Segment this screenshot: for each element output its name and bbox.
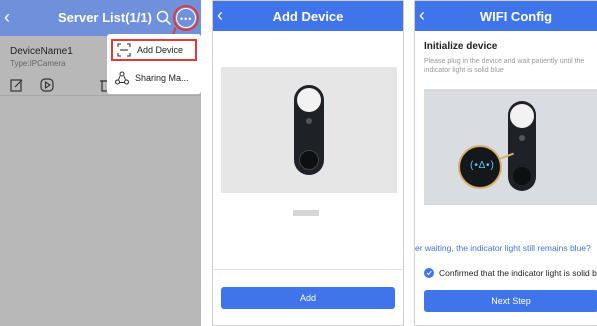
add-device-navbar: ‹ Add Device [213,1,403,31]
add-device-screen: ‹ Add Device Add [212,0,404,326]
more-options-menu: Add Device Sharing Ma... [107,34,201,94]
wifi-config-screen: ‹ WIFI Config Initialize device Please p… [414,0,597,326]
doorbell-button [513,167,531,185]
playback-icon[interactable] [40,78,54,92]
indicator-light-icon: (•∆•) [470,160,495,171]
device-type: Type:IPCamera [10,59,66,68]
server-list-navbar: ‹ Server List(1/1) ••• [0,0,201,36]
device-name: DeviceName1 [10,46,73,57]
edit-icon[interactable] [10,78,24,92]
confirm-label: Confirmed that the indicator light is so… [439,268,597,278]
doorbell-button [299,150,319,170]
indicator-light-zoom: (•∆•) [458,145,502,189]
confirm-checkbox-row[interactable]: Confirmed that the indicator light is so… [424,268,597,278]
doorbell-illustration [294,85,324,175]
wifi-config-navbar: ‹ WIFI Config [415,1,597,31]
doorbell-illustration [508,101,536,191]
help-link[interactable]: er waiting, the indicator light still re… [415,243,591,253]
menu-item-add-device[interactable]: Add Device [111,39,197,61]
sensor-dot [519,135,525,141]
divider [213,269,403,270]
server-list-screen: ‹ Server List(1/1) ••• DeviceName1 Type:… [0,0,201,326]
next-step-button[interactable]: Next Step [424,290,597,312]
add-button[interactable]: Add [221,287,395,309]
device-image: (•∆•) [424,89,597,205]
menu-item-label: Sharing Ma... [135,73,189,83]
menu-item-label: Add Device [137,45,184,55]
sensor-dot [306,118,312,124]
device-image [221,67,397,193]
page-title: Add Device [272,9,344,24]
back-icon[interactable]: ‹ [419,5,433,25]
menu-item-sharing[interactable]: Sharing Ma... [111,67,201,89]
blurred-serial [293,210,319,216]
page-title: WIFI Config [479,9,553,24]
camera-lens [297,88,321,112]
share-icon [115,71,129,85]
section-heading: Initialize device [424,41,498,52]
search-icon[interactable] [156,10,172,26]
tutorial-stage: ‹ Server List(1/1) ••• DeviceName1 Type:… [0,0,597,326]
scan-icon [117,43,131,57]
instruction-text: Please plug in the device and wait patie… [424,58,585,74]
back-icon[interactable]: ‹ [4,7,18,27]
highlight-circle [173,5,199,31]
checkbox-checked-icon[interactable] [424,268,434,278]
page-title: Server List(1/1) [58,10,152,25]
camera-lens [510,104,534,128]
